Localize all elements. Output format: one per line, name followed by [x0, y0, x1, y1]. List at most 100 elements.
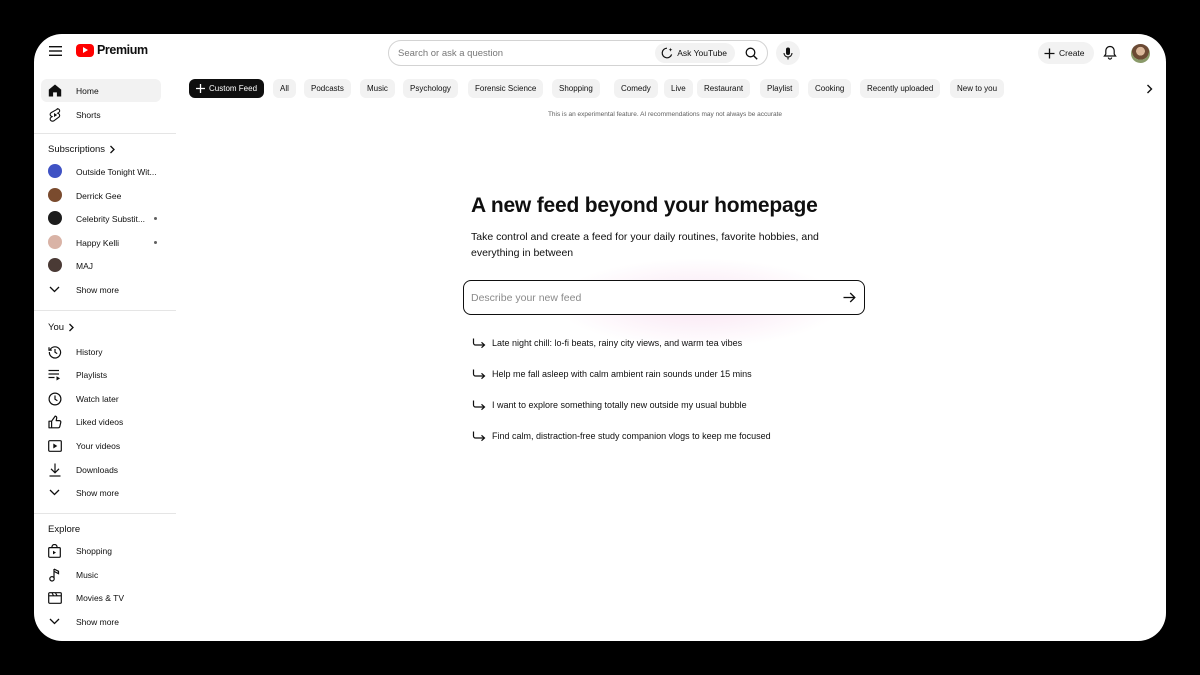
subscriptions-heading[interactable]: Subscriptions: [48, 144, 116, 155]
voice-search-button[interactable]: [776, 41, 800, 65]
youtube-logo-icon: [76, 43, 94, 57]
suggestion-item[interactable]: Find calm, distraction-free study compan…: [472, 428, 771, 444]
sidebar-item-watch-later[interactable]: Watch later: [41, 387, 161, 410]
suggestion-text: Late night chill: lo-fi beats, rainy cit…: [492, 338, 743, 348]
sidebar-divider: [34, 133, 176, 134]
subscriptions-heading-label: Subscriptions: [48, 144, 106, 155]
sidebar-item-label: Movies & TV: [76, 592, 125, 603]
sidebar-item-subscription[interactable]: Outside Tonight Wit...: [41, 160, 161, 183]
chip-forensic-science[interactable]: Forensic Science: [468, 79, 544, 98]
chip-psychology[interactable]: Psychology: [403, 79, 458, 98]
logo-text: Premium: [97, 43, 148, 57]
suggestion-item[interactable]: Late night chill: lo-fi beats, rainy cit…: [472, 335, 742, 351]
sidebar-item-history[interactable]: History: [41, 340, 161, 363]
ask-youtube-button[interactable]: Ask YouTube: [655, 43, 735, 63]
chip-label: Live: [671, 84, 686, 93]
chip-comedy[interactable]: Comedy: [614, 79, 658, 98]
account-avatar[interactable]: [1131, 44, 1150, 63]
suggestion-item[interactable]: Help me fall asleep with calm ambient ra…: [472, 366, 752, 382]
download-icon: [47, 462, 62, 477]
sidebar-item-shopping[interactable]: Shopping: [41, 539, 161, 562]
chip-new-to-you[interactable]: New to you: [950, 79, 1005, 98]
explore-heading-label: Explore: [48, 524, 81, 535]
chip-podcasts[interactable]: Podcasts: [304, 79, 351, 98]
sidebar-item-music[interactable]: Music: [41, 563, 161, 586]
chip-label: Psychology: [410, 84, 451, 93]
sidebar-item-label: Outside Tonight Wit...: [76, 166, 157, 177]
chip-restaurant[interactable]: Restaurant: [697, 79, 751, 98]
subscriptions-show-more[interactable]: Show more: [41, 278, 161, 301]
sidebar-item-label: Watch later: [76, 393, 119, 404]
chevron-right-icon: [110, 145, 115, 154]
playlists-icon: [47, 367, 62, 382]
chevron-down-icon: [47, 282, 62, 297]
sidebar-item-label: Shopping: [76, 545, 112, 556]
page-subtitle: Take control and create a feed for your …: [471, 231, 819, 259]
chips-next-arrow-icon[interactable]: [1142, 82, 1156, 96]
search-input[interactable]: [398, 41, 656, 65]
sidebar-item-label: Happy Kelli: [76, 237, 119, 248]
page-title: A new feed beyond your homepage: [471, 194, 818, 217]
chip-label: Playlist: [767, 84, 793, 93]
ask-youtube-label: Ask YouTube: [677, 48, 727, 58]
chip-music[interactable]: Music: [360, 79, 395, 98]
sidebar-item-label: Music: [76, 569, 99, 580]
sidebar-item-subscription[interactable]: Derrick Gee: [41, 184, 161, 207]
chip-recently-uploaded[interactable]: Recently uploaded: [860, 79, 941, 98]
suggestion-item[interactable]: I want to explore something totally new …: [472, 397, 747, 413]
sidebar-item-label: Liked videos: [76, 416, 124, 427]
plus-icon: [196, 84, 205, 93]
sidebar-item-subscription[interactable]: Celebrity Substit...: [41, 207, 161, 230]
ai-disclaimer: This is an experimental feature. AI reco…: [547, 111, 783, 118]
sidebar-item-label: Playlists: [76, 369, 108, 380]
clock-icon: [47, 391, 62, 406]
sidebar-divider: [34, 513, 176, 514]
submit-feed-button[interactable]: [836, 285, 862, 311]
chip-label: Cooking: [815, 84, 845, 93]
menu-icon[interactable]: [46, 42, 64, 60]
suggestion-text: Help me fall asleep with calm ambient ra…: [492, 369, 752, 379]
explore-show-more[interactable]: Show more: [41, 610, 161, 633]
return-arrow-icon: [472, 399, 486, 411]
show-more-label: Show more: [76, 487, 119, 498]
sidebar-item-playlists[interactable]: Playlists: [41, 363, 161, 386]
chip-all[interactable]: All: [273, 79, 296, 98]
sidebar-item-subscription[interactable]: MAJ: [41, 254, 161, 277]
chip-live[interactable]: Live: [664, 79, 693, 98]
chip-custom-feed[interactable]: Custom Feed: [189, 79, 265, 98]
chip-shopping[interactable]: Shopping: [552, 79, 600, 98]
channel-avatar: [48, 164, 62, 178]
you-heading[interactable]: You: [48, 322, 75, 333]
chip-playlist[interactable]: Playlist: [760, 79, 800, 98]
feed-description-input[interactable]: [471, 291, 836, 304]
app-window: Premium Ask YouTube Create: [34, 34, 1166, 641]
sidebar-item-label: History: [76, 346, 103, 357]
chevron-right-icon: [69, 323, 74, 332]
sidebar-item-liked-videos[interactable]: Liked videos: [41, 410, 161, 433]
chevron-down-icon: [47, 614, 62, 629]
arrow-right-icon: [843, 292, 856, 303]
channel-avatar: [48, 235, 62, 249]
sidebar-item-movies-tv[interactable]: Movies & TV: [41, 586, 161, 609]
sidebar-divider: [34, 310, 176, 311]
notifications-bell-icon[interactable]: [1103, 45, 1119, 61]
sidebar-item-subscription[interactable]: Happy Kelli: [41, 231, 161, 254]
chip-cooking[interactable]: Cooking: [808, 79, 852, 98]
microphone-icon: [783, 47, 793, 59]
chip-label: Comedy: [621, 84, 651, 93]
film-icon: [47, 590, 62, 605]
search-button[interactable]: [738, 41, 764, 65]
sidebar-item-downloads[interactable]: Downloads: [41, 458, 161, 481]
sidebar-item-home[interactable]: Home: [41, 79, 161, 102]
youtube-premium-logo[interactable]: Premium: [76, 43, 148, 57]
sidebar-item-label: Downloads: [76, 464, 119, 475]
you-show-more[interactable]: Show more: [41, 481, 161, 504]
chip-label: Restaurant: [704, 84, 744, 93]
chip-label: Recently uploaded: [867, 84, 934, 93]
sidebar-item-your-videos[interactable]: Your videos: [41, 434, 161, 457]
create-button[interactable]: Create: [1038, 42, 1094, 64]
create-label: Create: [1059, 48, 1085, 58]
chip-label: Music: [367, 84, 388, 93]
you-heading-label: You: [48, 322, 65, 333]
chip-label: Podcasts: [311, 84, 344, 93]
